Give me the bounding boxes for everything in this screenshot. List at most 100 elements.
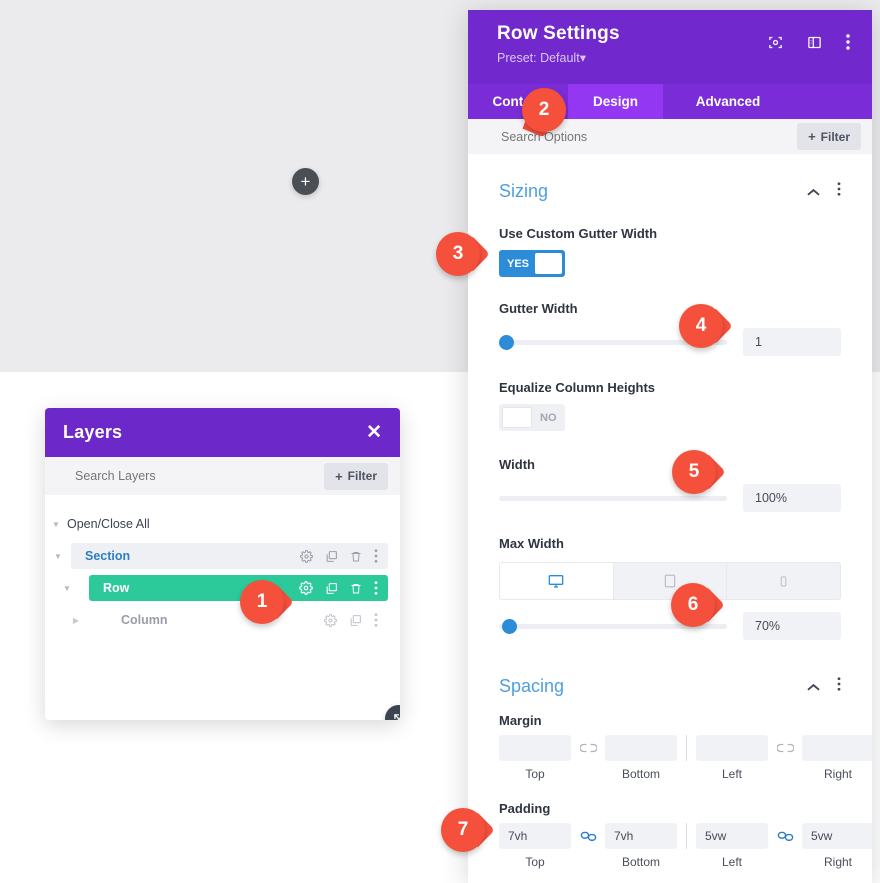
spacing-divider <box>686 823 687 849</box>
more-icon[interactable] <box>374 549 378 563</box>
more-icon[interactable] <box>846 34 850 55</box>
section-spacing-header[interactable]: Spacing <box>499 676 841 697</box>
plus-icon: + <box>335 468 343 484</box>
callout-number: 3 <box>436 232 480 276</box>
max-width-value[interactable]: 70% <box>743 612 841 640</box>
section-spacing-title: Spacing <box>499 676 565 696</box>
padding-left-input[interactable]: 5vw <box>696 823 768 849</box>
label-padding: Padding <box>499 801 551 816</box>
chevron-down-icon: ▾ <box>579 51 586 65</box>
callout-number: 7 <box>441 808 485 852</box>
gutter-width-control: 1 <box>499 328 841 356</box>
preset-label: Preset: Default <box>497 51 580 65</box>
callout-marker-3: 3 <box>436 232 492 276</box>
margin-bottom-input[interactable] <box>605 735 677 761</box>
settings-filter-label: Filter <box>820 129 850 144</box>
margin-left-input[interactable] <box>696 735 768 761</box>
section-sizing-header[interactable]: Sizing <box>499 181 841 202</box>
duplicate-icon[interactable] <box>325 582 338 595</box>
layout-icon[interactable] <box>807 35 822 55</box>
toggle-use-custom-gutter-width[interactable]: YES <box>499 250 565 277</box>
link-connected-icon[interactable] <box>768 823 802 849</box>
layers-panel: Layers ✕ + Filter ▼ Open/Close All ▼ Sec… <box>45 408 400 720</box>
layers-tree: ▼ Open/Close All ▼ Section ▼ Row ▶ Colum… <box>45 495 400 720</box>
more-icon[interactable] <box>374 613 378 627</box>
max-width-device-tabs <box>499 562 841 600</box>
layer-item-row[interactable]: Row <box>89 575 388 601</box>
link-broken-icon[interactable] <box>768 735 802 761</box>
duplicate-icon[interactable] <box>349 614 362 627</box>
search-layers-input[interactable] <box>73 468 297 484</box>
gutter-width-value[interactable]: 1 <box>743 328 841 356</box>
layers-filter-label: Filter <box>347 469 377 483</box>
tab-advanced[interactable]: Advanced <box>663 84 793 119</box>
toggle-knob <box>502 407 532 428</box>
toggle-state-label: NO <box>540 411 557 424</box>
chevron-down-icon[interactable]: ▼ <box>45 584 89 593</box>
chevron-down-icon: ▼ <box>52 519 60 529</box>
padding-left-caption: Left <box>721 855 742 869</box>
chevron-down-icon[interactable]: ▼ <box>45 552 71 561</box>
layer-item-section[interactable]: Section <box>71 543 388 569</box>
padding-top-input[interactable]: 7vh <box>499 823 571 849</box>
callout-marker-7: 7 <box>441 808 497 852</box>
desktop-icon[interactable] <box>500 563 614 599</box>
padding-block: Padding 7vh Top 7vh Bottom 5vw Left 5vw … <box>499 801 872 869</box>
slider-knob[interactable] <box>502 618 517 634</box>
more-icon[interactable] <box>374 581 378 595</box>
margin-top-input[interactable] <box>499 735 571 761</box>
padding-right-input[interactable]: 5vw <box>802 823 872 849</box>
chevron-up-icon[interactable] <box>807 183 820 201</box>
trash-icon[interactable] <box>350 550 362 563</box>
padding-bottom-input[interactable]: 7vh <box>605 823 677 849</box>
toggle-equalize-column-heights[interactable]: NO <box>499 404 565 431</box>
callout-number: 6 <box>671 583 715 627</box>
open-close-all-label: Open/Close All <box>67 517 150 531</box>
settings-filter-button[interactable]: + Filter <box>797 123 861 150</box>
margin-right-caption: Right <box>823 767 852 781</box>
tab-design[interactable]: Design <box>568 84 663 119</box>
close-icon[interactable]: ✕ <box>366 423 382 442</box>
label-use-custom-gutter-width: Use Custom Gutter Width <box>499 226 658 241</box>
gear-icon[interactable] <box>300 549 313 563</box>
more-icon[interactable] <box>837 677 841 696</box>
callout-marker-4: 4 <box>679 304 735 348</box>
plus-icon: + <box>808 129 816 144</box>
chevron-up-icon[interactable] <box>807 678 820 696</box>
gear-icon[interactable] <box>299 581 313 595</box>
toggle-state-label: YES <box>507 257 530 270</box>
phone-icon[interactable] <box>727 563 840 599</box>
open-close-all-row[interactable]: ▼ Open/Close All <box>45 511 400 537</box>
label-width: Width <box>499 457 535 472</box>
section-sizing-title: Sizing <box>499 181 549 201</box>
margin-bottom-caption: Bottom <box>621 767 660 781</box>
expand-icon[interactable] <box>768 35 783 55</box>
width-control: 100% <box>499 484 841 512</box>
row-settings-panel: Row Settings Preset: Default▾ Content De… <box>468 10 872 883</box>
padding-bottom-caption: Bottom <box>621 855 660 869</box>
duplicate-icon[interactable] <box>325 550 338 563</box>
callout-number: 2 <box>522 88 566 132</box>
add-module-button[interactable]: + <box>292 168 319 195</box>
more-icon[interactable] <box>837 182 841 201</box>
max-width-control: 70% <box>499 612 841 640</box>
gear-icon[interactable] <box>324 613 337 627</box>
callout-number: 4 <box>679 304 723 348</box>
padding-right-caption: Right <box>823 855 852 869</box>
trash-icon[interactable] <box>350 582 362 595</box>
slider-knob[interactable] <box>499 334 514 350</box>
settings-panel-header: Row Settings Preset: Default▾ <box>468 10 872 84</box>
layers-filter-button[interactable]: + Filter <box>324 462 388 490</box>
toggle-knob <box>535 253 562 274</box>
callout-marker-1: 1 <box>240 580 296 624</box>
link-connected-icon[interactable] <box>571 823 605 849</box>
layers-panel-header: Layers ✕ <box>45 408 400 457</box>
margin-left-caption: Left <box>721 767 742 781</box>
link-broken-icon[interactable] <box>571 735 605 761</box>
width-slider[interactable] <box>499 495 727 501</box>
callout-marker-2: 2 <box>522 88 578 138</box>
settings-body: Sizing Use Custom Gutter Width YES Gutte… <box>468 154 872 883</box>
width-value[interactable]: 100% <box>743 484 841 512</box>
margin-right-input[interactable] <box>802 735 872 761</box>
chevron-right-icon[interactable]: ▶ <box>45 616 107 625</box>
